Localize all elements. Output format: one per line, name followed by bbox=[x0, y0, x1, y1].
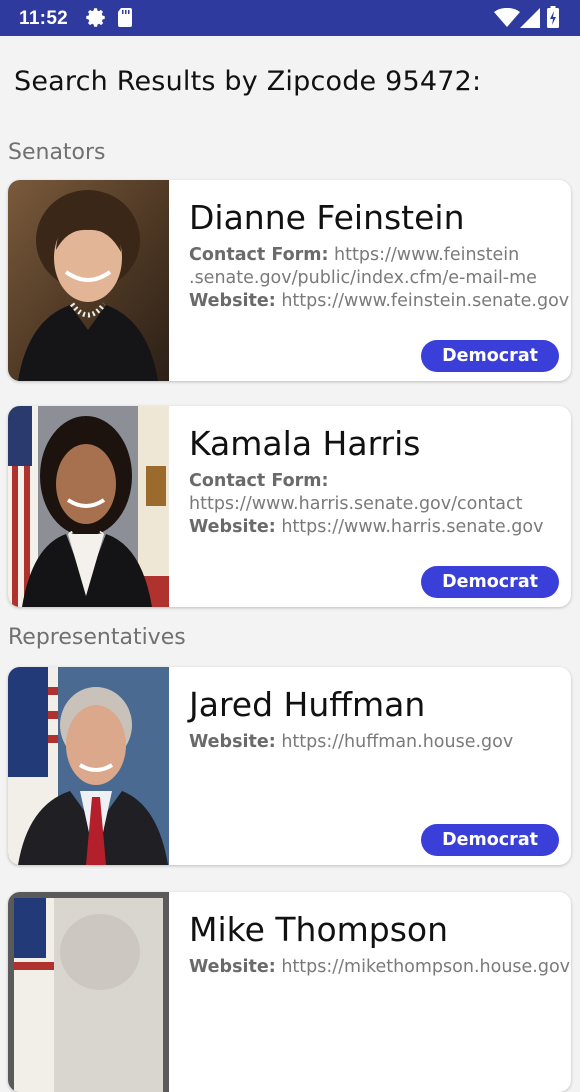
official-name: Jared Huffman bbox=[189, 685, 426, 724]
official-info: Website: https://huffman.house.gov bbox=[189, 731, 564, 754]
status-time: 11:52 bbox=[19, 8, 69, 29]
status-bar: 11:52 bbox=[0, 0, 580, 36]
website-link[interactable]: https://www.harris.senate.gov bbox=[281, 517, 543, 537]
official-name: Dianne Feinstein bbox=[189, 198, 465, 237]
website-link[interactable]: https://mikethompson.house.gov bbox=[281, 957, 570, 977]
official-photo bbox=[8, 667, 169, 865]
website-label: Website: bbox=[189, 291, 276, 311]
contact-form-label: Contact Form: bbox=[189, 245, 329, 265]
website-link[interactable]: https://huffman.house.gov bbox=[281, 732, 513, 752]
official-card-huffman[interactable]: Jared Huffman Website: https://huffman.h… bbox=[8, 667, 571, 865]
wifi-icon bbox=[494, 7, 520, 33]
section-header-representatives: Representatives bbox=[8, 625, 186, 650]
website-label: Website: bbox=[189, 957, 276, 977]
signal-icon bbox=[520, 8, 540, 33]
official-info: Contact Form: https://www.harris.senate.… bbox=[189, 470, 564, 539]
official-photo bbox=[8, 892, 169, 1092]
official-photo bbox=[8, 406, 169, 607]
official-photo bbox=[8, 180, 169, 381]
party-badge: Democrat bbox=[421, 566, 559, 598]
contact-form-link[interactable]: https://www.feinstein bbox=[334, 245, 519, 265]
official-card-harris[interactable]: Kamala Harris Contact Form: https://www.… bbox=[8, 406, 571, 607]
contact-form-link[interactable]: https://www.harris.senate.gov/contact bbox=[189, 494, 523, 514]
official-info: Website: https://mikethompson.house.gov bbox=[189, 956, 570, 979]
website-link[interactable]: https://www.feinstein.senate.gov bbox=[281, 291, 569, 311]
website-label: Website: bbox=[189, 517, 276, 537]
sd-card-icon bbox=[117, 7, 134, 33]
official-info: Contact Form: https://www.feinstein .sen… bbox=[189, 244, 569, 313]
website-label: Website: bbox=[189, 732, 276, 752]
battery-icon bbox=[547, 6, 559, 33]
official-card-thompson[interactable]: Mike Thompson Website: https://mikethomp… bbox=[8, 892, 571, 1092]
contact-form-label: Contact Form: bbox=[189, 471, 329, 491]
section-header-senators: Senators bbox=[8, 140, 106, 165]
page-title: Search Results by Zipcode 95472: bbox=[14, 66, 482, 97]
gear-icon bbox=[85, 7, 106, 33]
contact-form-link-continued[interactable]: .senate.gov/public/index.cfm/e-mail-me bbox=[189, 268, 537, 288]
official-name: Kamala Harris bbox=[189, 424, 421, 463]
party-badge: Democrat bbox=[421, 340, 559, 372]
official-name: Mike Thompson bbox=[189, 910, 449, 949]
official-card-feinstein[interactable]: Dianne Feinstein Contact Form: https://w… bbox=[8, 180, 571, 381]
party-badge: Democrat bbox=[421, 824, 559, 856]
